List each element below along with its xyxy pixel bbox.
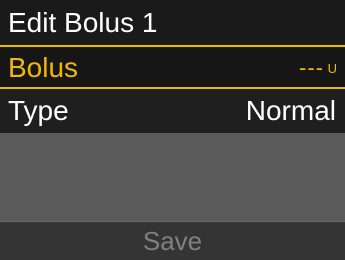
page-title: Edit Bolus 1	[8, 7, 158, 38]
bolus-label: Bolus	[8, 52, 79, 83]
save-button-label: Save	[142, 226, 203, 256]
title-bar: Edit Bolus 1	[0, 0, 345, 45]
bolus-unit: U	[327, 61, 337, 76]
save-button[interactable]: Save	[0, 221, 345, 260]
type-label: Type	[8, 95, 69, 126]
bolus-value: ---	[299, 55, 324, 80]
type-row[interactable]: Type Normal	[0, 89, 345, 133]
pump-screen: Edit Bolus 1 Bolus --- U Type Normal Sav…	[0, 0, 345, 260]
bolus-row[interactable]: Bolus --- U	[0, 45, 345, 89]
empty-area	[0, 133, 345, 221]
type-value: Normal	[245, 95, 336, 126]
